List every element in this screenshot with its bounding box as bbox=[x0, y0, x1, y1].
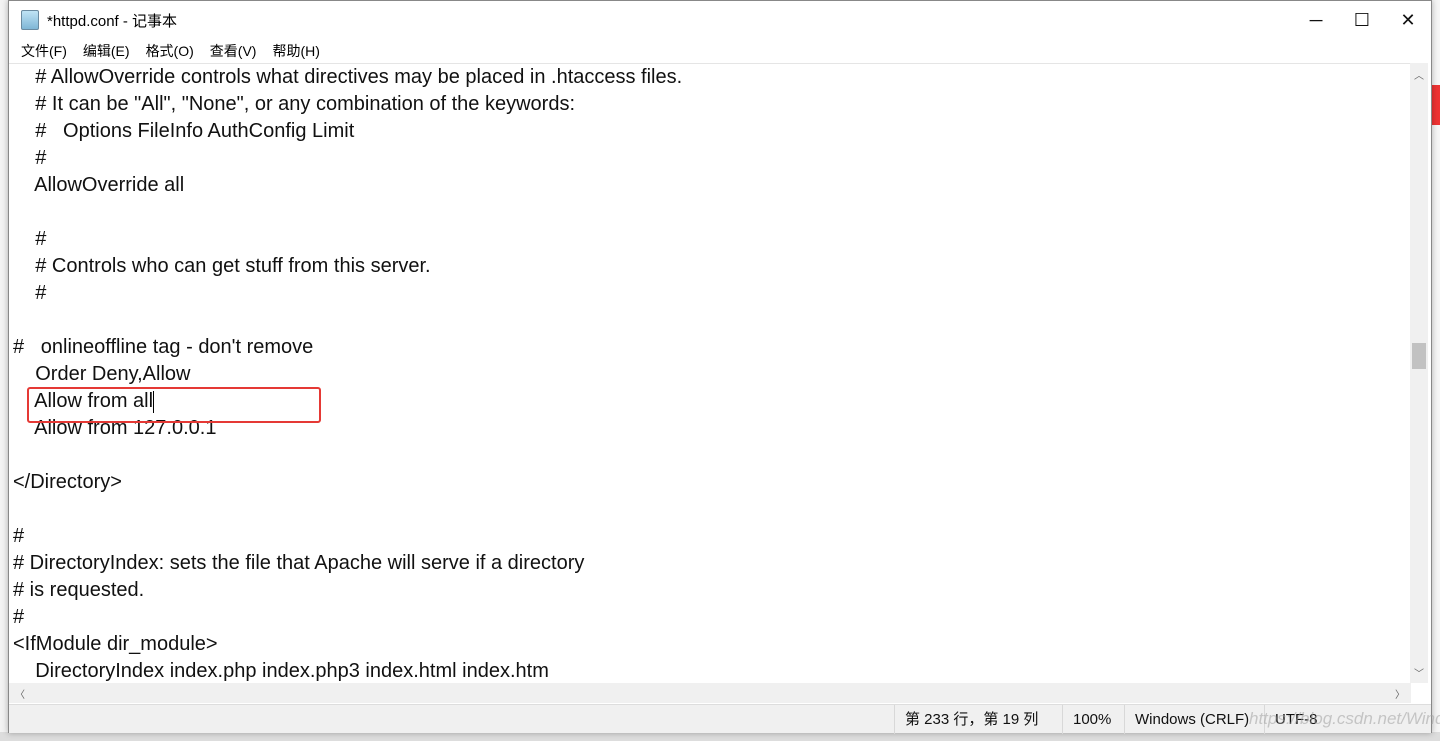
minimize-button[interactable]: ─ bbox=[1293, 1, 1339, 39]
status-zoom: 100% bbox=[1062, 705, 1124, 734]
maximize-button[interactable]: ☐ bbox=[1339, 1, 1385, 39]
text-line: # bbox=[13, 606, 25, 628]
notepad-window: *httpd.conf - 记事本 ─ ☐ ✕ 文件(F) 编辑(E) 格式(O… bbox=[8, 0, 1440, 734]
text-line: # is requested. bbox=[13, 579, 145, 601]
text-line: # bbox=[13, 282, 47, 304]
menu-edit[interactable]: 编辑(E) bbox=[75, 41, 138, 61]
status-line-ending: Windows (CRLF) bbox=[1124, 705, 1264, 734]
scroll-right-icon[interactable]: 〉 bbox=[1391, 684, 1409, 702]
text-line: DirectoryIndex index.php index.php3 inde… bbox=[13, 660, 549, 682]
text-line: # DirectoryIndex: sets the file that Apa… bbox=[13, 552, 585, 574]
vertical-scroll-thumb[interactable] bbox=[1412, 343, 1426, 369]
watermark: https://blog.csdn.net/Winda_shi bbox=[1249, 709, 1440, 728]
menu-format[interactable]: 格式(O) bbox=[138, 41, 202, 61]
window-title: *httpd.conf - 记事本 bbox=[47, 12, 178, 30]
text-line: </Directory> bbox=[13, 471, 122, 493]
status-position: 第 233 行，第 19 列 bbox=[894, 705, 1062, 734]
text-line: # onlineoffline tag - don't remove bbox=[13, 336, 314, 358]
text-line: # bbox=[13, 228, 47, 250]
text-line: AllowOverride all bbox=[13, 174, 185, 196]
notepad-icon bbox=[21, 10, 39, 30]
menu-file[interactable]: 文件(F) bbox=[13, 41, 75, 61]
text-line: # bbox=[13, 525, 25, 547]
scroll-left-icon[interactable]: 〈 bbox=[11, 684, 29, 702]
text-line bbox=[9, 307, 1411, 334]
text-line: # Options FileInfo AuthConfig Limit bbox=[13, 120, 355, 142]
menu-help[interactable]: 帮助(H) bbox=[264, 41, 327, 61]
text-line: # bbox=[13, 147, 47, 169]
menu-bar: 文件(F) 编辑(E) 格式(O) 查看(V) 帮助(H) bbox=[9, 39, 1431, 63]
scroll-up-icon[interactable]: ︿ bbox=[1410, 65, 1428, 83]
text-editor[interactable]: # AllowOverride controls what directives… bbox=[9, 63, 1411, 683]
text-line bbox=[9, 496, 1411, 523]
vertical-scrollbar[interactable]: ︿ ﹀ bbox=[1410, 63, 1428, 683]
scroll-down-icon[interactable]: ﹀ bbox=[1410, 663, 1428, 681]
text-line: # AllowOverride controls what directives… bbox=[13, 66, 683, 88]
title-bar[interactable]: *httpd.conf - 记事本 ─ ☐ ✕ bbox=[9, 1, 1431, 39]
status-bar: 第 233 行，第 19 列 100% Windows (CRLF) UTF-8 bbox=[9, 704, 1431, 734]
horizontal-scrollbar[interactable]: 〈 〉 bbox=[9, 683, 1411, 703]
text-line: Order Deny,Allow bbox=[13, 363, 191, 385]
close-button[interactable]: ✕ bbox=[1385, 1, 1431, 39]
status-spacer bbox=[9, 705, 894, 733]
background-red-element bbox=[1432, 85, 1440, 125]
highlight-box bbox=[27, 387, 321, 423]
text-line bbox=[9, 442, 1411, 469]
text-line: <IfModule dir_module> bbox=[13, 633, 218, 655]
text-line: # It can be "All", "None", or any combin… bbox=[13, 93, 576, 115]
background-window-left bbox=[0, 0, 8, 741]
text-line: # Controls who can get stuff from this s… bbox=[13, 255, 431, 277]
text-line bbox=[9, 199, 1411, 226]
menu-view[interactable]: 查看(V) bbox=[202, 41, 265, 61]
